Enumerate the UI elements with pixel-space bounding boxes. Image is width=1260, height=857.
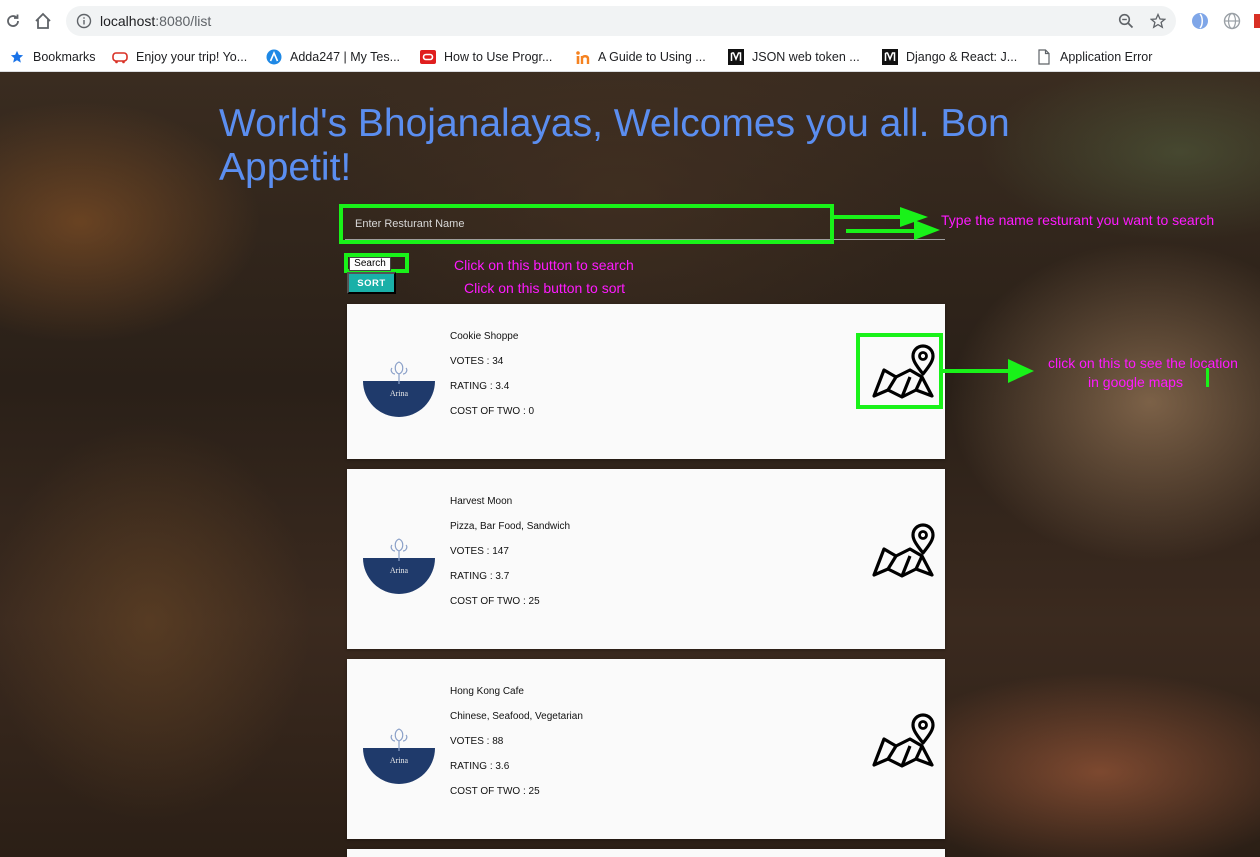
map-location-icon[interactable] — [870, 523, 936, 579]
search-field-annotation: Type the name resturant you want to sear… — [941, 212, 1215, 228]
map-annotation-line2: in google maps — [1088, 374, 1183, 390]
restaurant-card: Arina Harvest Moon Pizza, Bar Food, Sand… — [347, 469, 945, 649]
search-button-annotation: Click on this button to search — [454, 257, 634, 273]
restaurant-logo: Arina — [363, 345, 435, 417]
arrow-line — [834, 215, 906, 219]
bookmark-label: A Guide to Using ... — [598, 50, 706, 64]
zoom-icon[interactable] — [1118, 13, 1134, 29]
restaurant-card — [347, 849, 945, 857]
bookmark-label: Adda247 | My Tes... — [290, 50, 401, 64]
map-annotation-line1: click on this to see the location — [1048, 355, 1238, 371]
oracle-icon — [420, 49, 436, 65]
url-host: localhost — [100, 13, 156, 29]
search-button[interactable]: Search — [349, 257, 391, 271]
bookmark-label: JSON web token ... — [752, 50, 860, 64]
restaurant-cost: COST OF TWO : 25 — [450, 786, 540, 797]
restaurant-cost: COST OF TWO : 25 — [450, 596, 540, 607]
bookmark-label: Application Error — [1060, 50, 1153, 64]
bookmark-item[interactable]: Enjoy your trip! Yo... — [112, 46, 247, 68]
restaurant-rating: RATING : 3.7 — [450, 571, 510, 582]
restaurant-cuisines: Chinese, Seafood, Vegetarian — [450, 711, 583, 722]
arrow-head-icon — [900, 207, 940, 240]
browser-toolbar: localhost:8080/list — [0, 0, 1260, 42]
bookmark-item[interactable]: JSON web token ... — [728, 46, 860, 68]
bookmark-item[interactable]: Django & React: J... — [882, 46, 1017, 68]
address-bar[interactable]: localhost:8080/list — [66, 6, 1176, 36]
restaurant-card: Arina Hong Kong Cafe Chinese, Seafood, V… — [347, 659, 945, 839]
restaurant-name: Hong Kong Cafe — [450, 686, 524, 697]
bookmark-item[interactable]: Adda247 | My Tes... — [266, 46, 400, 68]
extension-icon[interactable] — [1190, 11, 1210, 31]
restaurant-cuisines: Pizza, Bar Food, Sandwich — [450, 521, 571, 532]
page-icon — [1036, 49, 1052, 65]
annotation-marker — [1206, 368, 1209, 387]
restaurant-votes: VOTES : 88 — [450, 736, 504, 747]
bookmark-label: Bookmarks — [33, 50, 96, 64]
map-location-icon[interactable] — [870, 713, 936, 769]
bookmark-item[interactable]: A Guide to Using ... — [574, 46, 706, 68]
restaurant-details: Harvest Moon Pizza, Bar Food, Sandwich V… — [450, 496, 570, 621]
star-icon — [9, 49, 25, 65]
bookmark-label: How to Use Progr... — [444, 50, 553, 64]
bookmark-item[interactable]: Bookmarks — [9, 46, 96, 68]
bookmark-item[interactable]: Application Error — [1036, 46, 1152, 68]
globe-icon[interactable] — [1222, 11, 1242, 31]
bookmark-label: Enjoy your trip! Yo... — [136, 50, 248, 64]
url-text: localhost:8080/list — [100, 13, 211, 29]
indeed-icon — [574, 49, 590, 65]
adda-icon — [266, 49, 282, 65]
restaurant-rating: RATING : 3.4 — [450, 381, 510, 392]
map-icon-highlight — [856, 333, 943, 409]
restaurant-details: Cookie Shoppe VOTES : 34 RATING : 3.4 CO… — [450, 331, 534, 431]
arrow-head-icon — [1008, 359, 1034, 383]
restaurant-votes: VOTES : 147 — [450, 546, 509, 557]
arrow-line — [943, 369, 1011, 373]
logo-text: Arina — [390, 389, 409, 398]
restaurant-votes: VOTES : 34 — [450, 356, 504, 367]
bookmarks-bar: Bookmarks Enjoy your trip! Yo... Adda247… — [0, 42, 1260, 72]
logo-text: Arina — [390, 566, 409, 575]
url-path: :8080/list — [155, 13, 212, 29]
restaurant-details: Hong Kong Cafe Chinese, Seafood, Vegetar… — [450, 686, 583, 811]
medium-icon — [882, 49, 898, 65]
extension-red-icon[interactable] — [1254, 11, 1260, 31]
medium-icon — [728, 49, 744, 65]
restaurant-logo: Arina — [363, 522, 435, 594]
home-icon[interactable] — [32, 10, 54, 32]
page-title: World's Bhojanalayas, Welcomes you all. … — [219, 102, 1010, 189]
sort-button-annotation: Click on this button to sort — [464, 280, 626, 296]
logo-text: Arina — [390, 756, 409, 765]
bookmark-label: Django & React: J... — [906, 50, 1018, 64]
bookmark-star-icon[interactable] — [1149, 12, 1167, 29]
sort-button[interactable]: SORT — [347, 272, 396, 294]
restaurant-rating: RATING : 3.6 — [450, 761, 510, 772]
reload-icon[interactable] — [2, 10, 24, 32]
restaurant-name: Cookie Shoppe — [450, 331, 519, 342]
restaurant-cost: COST OF TWO : 0 — [450, 406, 535, 417]
bookmark-item[interactable]: How to Use Progr... — [420, 46, 552, 68]
info-icon[interactable] — [76, 13, 92, 29]
bus-icon — [112, 49, 128, 65]
restaurant-logo: Arina — [363, 712, 435, 784]
search-input-highlight — [339, 204, 834, 244]
restaurant-name: Harvest Moon — [450, 496, 513, 507]
page-content: World's Bhojanalayas, Welcomes you all. … — [0, 72, 1260, 857]
